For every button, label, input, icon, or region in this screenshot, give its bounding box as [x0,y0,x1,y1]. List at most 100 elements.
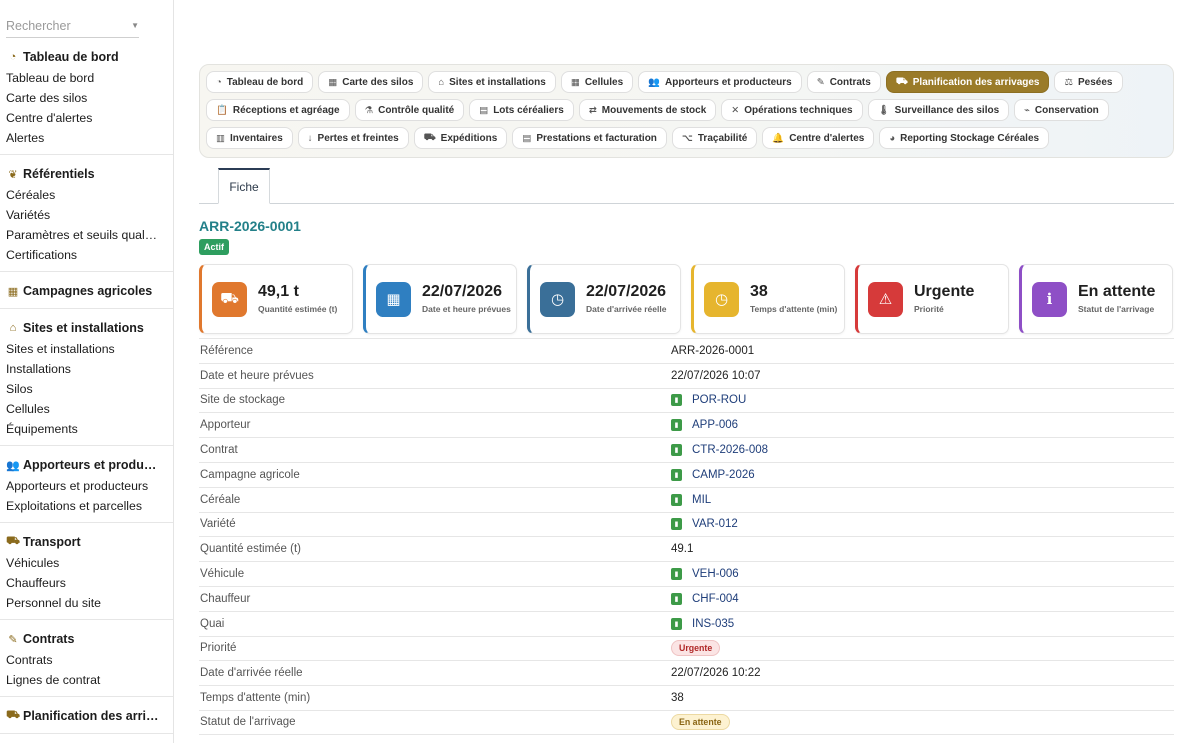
field-value: ▮ VEH-006 [671,568,739,581]
sidebar-item[interactable]: Équipements [0,419,173,439]
sidebar-item[interactable]: Personnel du site [0,593,173,613]
sidebar-group-header[interactable]: ❦ Référentiels [0,163,173,185]
module-button[interactable]: ◕ Reporting Stockage Céréales [879,127,1050,149]
sidebar-item[interactable]: Paramètres et seuils qual… [0,225,173,245]
field-row: Date et heure prévues 22/07/2026 10:07 [199,362,1174,388]
sidebar-group-header[interactable]: ◔ Tableau de bord [0,46,173,68]
kpi-label: Date d'arrivée réelle [586,303,667,314]
field-link[interactable]: APP-006 [692,419,738,431]
link-record-icon[interactable]: ▮ [671,518,682,531]
link-record-icon[interactable]: ▮ [671,617,682,630]
warning-icon: ⚠ [868,281,903,317]
module-button[interactable]: ⚗ Contrôle qualité [354,99,465,121]
module-button[interactable]: ▤ Lots céréaliers [469,99,574,121]
module-button[interactable]: ↓ Pertes et freintes [297,127,409,149]
tab-fiche[interactable]: Fiche [218,168,270,204]
field-label: Contrat [200,444,238,457]
link-record-icon[interactable]: ▮ [671,444,682,457]
module-button[interactable]: ⛟ Expéditions [413,127,508,149]
sidebar-item[interactable]: Certifications [0,245,173,265]
sidebar-item[interactable]: Alertes [0,128,173,148]
link-record-icon[interactable]: ▮ [671,419,682,432]
sidebar-item[interactable]: Chauffeurs [0,573,173,593]
field-value: ▮ CAMP-2026 [671,468,755,481]
kpi-card: ◷ 38 Temps d'attente (min) [691,264,845,334]
link-record-icon[interactable]: ▮ [671,592,682,605]
module-button[interactable]: ▥ Inventaires [206,127,293,149]
module-button[interactable]: ⌂ Sites et installations [428,71,556,93]
sidebar-item[interactable]: Lignes de contrat [0,670,173,690]
sidebar-group-title: Référentiels [23,167,95,181]
sidebar-item[interactable]: Céréales [0,185,173,205]
sidebar-group: ✎ Contrats Contrats Lignes de contrat [0,620,173,697]
link-record-icon[interactable]: ▮ [671,394,682,407]
field-text: ARR-2026-0001 [671,344,755,357]
field-link[interactable]: VEH-006 [692,568,739,580]
kpi-text: 22/07/2026 Date et heure prévues [422,283,511,316]
field-text: 22/07/2026 10:07 [671,369,761,382]
module-button[interactable]: ⌁ Conservation [1014,99,1109,121]
sidebar-item[interactable]: Véhicules [0,553,173,573]
field-value: Urgente [671,640,721,657]
field-label: Statut de l'arrivage [200,716,296,729]
module-button[interactable]: ▦ Carte des silos [318,71,424,93]
sidebar-item[interactable]: Silos [0,379,173,399]
module-button[interactable]: ⇄ Mouvements de stock [578,99,717,121]
search-box[interactable]: ▼ [6,14,139,38]
sidebar-item[interactable]: Cellules [0,399,173,419]
module-button[interactable]: ✎ Contrats [806,71,881,93]
module-button[interactable]: ▦ Cellules [560,71,634,93]
sidebar-item[interactable]: Variétés [0,205,173,225]
sidebar-group-header[interactable]: ▦ Campagnes agricoles [0,280,173,302]
module-button[interactable]: ⌥ Traçabilité [671,127,758,149]
module-button[interactable]: ◔ Tableau de bord [206,71,314,93]
sidebar-item[interactable]: Installations [0,359,173,379]
module-button[interactable]: 🔔 Centre d'alertes [762,127,875,149]
field-link[interactable]: VAR-012 [692,518,738,530]
field-link[interactable]: CHF-004 [692,593,739,605]
sidebar-group-header[interactable]: ⌂ Sites et installations [0,317,173,339]
field-text: 49.1 [671,543,694,556]
clipboard-icon: 📋 [216,104,228,116]
chevron-down-icon[interactable]: ▼ [131,21,139,30]
link-record-icon[interactable]: ▮ [671,568,682,581]
field-link[interactable]: CAMP-2026 [692,469,755,481]
field-link[interactable]: CTR-2026-008 [692,444,768,456]
sidebar-group: ◔ Tableau de bord Tableau de bord Carte des… [0,38,173,155]
kpi-text: 22/07/2026 Date d'arrivée réelle [586,283,666,316]
sidebar-item[interactable]: Contrats [0,650,173,670]
bell-icon: 🔔 [772,132,785,144]
sidebar-item[interactable]: Tableau de bord [0,68,173,88]
field-link[interactable]: MIL [692,494,711,506]
module-button[interactable]: 📋 Réceptions et agréage [206,99,350,121]
sidebar-item[interactable]: Centre d'alertes [0,108,173,128]
field-label: Chauffeur [200,592,251,605]
sidebar: ▼ ◔Tableau de bordTableau de bordCarte d… [0,0,174,743]
module-button[interactable]: 🌡 Surveillance des silos [867,99,1010,121]
field-link[interactable]: INS-035 [692,618,734,630]
module-button[interactable]: 👥 Apporteurs et producteurs [638,71,802,93]
search-input[interactable] [6,18,116,33]
field-label: Site de stockage [200,394,286,407]
module-button[interactable]: ▤ Prestations et facturation [512,127,667,149]
sidebar-group-header[interactable]: ⛟ Transport [0,531,173,553]
module-button[interactable]: ⚖ Pesées [1054,71,1123,93]
sidebar-group-header[interactable]: ⛟ Planification des arri… [0,705,173,727]
invoice-icon: ▤ [522,132,532,144]
sidebar-group-header[interactable]: 👥 Apporteurs et produ… [0,454,173,476]
field-link[interactable]: POR-ROU [692,394,746,406]
sidebar-item[interactable]: Carte des silos [0,88,173,108]
clock-icon: ◷ [540,281,575,317]
sidebar-item[interactable]: Exploitations et parcelles [0,496,173,516]
sidebar-group-header[interactable]: ✎ Contrats [0,628,173,650]
field-row: Priorité Urgente [199,635,1174,661]
link-record-icon[interactable]: ▮ [671,493,682,506]
chart-pie-icon: ◕ [889,132,896,144]
spray-icon: ⌁ [1024,104,1030,116]
module-button[interactable]: ⛟ Planification des arrivages [885,71,1050,93]
sidebar-item[interactable]: Apporteurs et producteurs [0,476,173,496]
module-button[interactable]: ✕ Opérations techniques [721,99,863,121]
arrow-down-icon: ↓ [307,132,313,144]
link-record-icon[interactable]: ▮ [671,468,682,481]
sidebar-item[interactable]: Sites et installations [0,339,173,359]
